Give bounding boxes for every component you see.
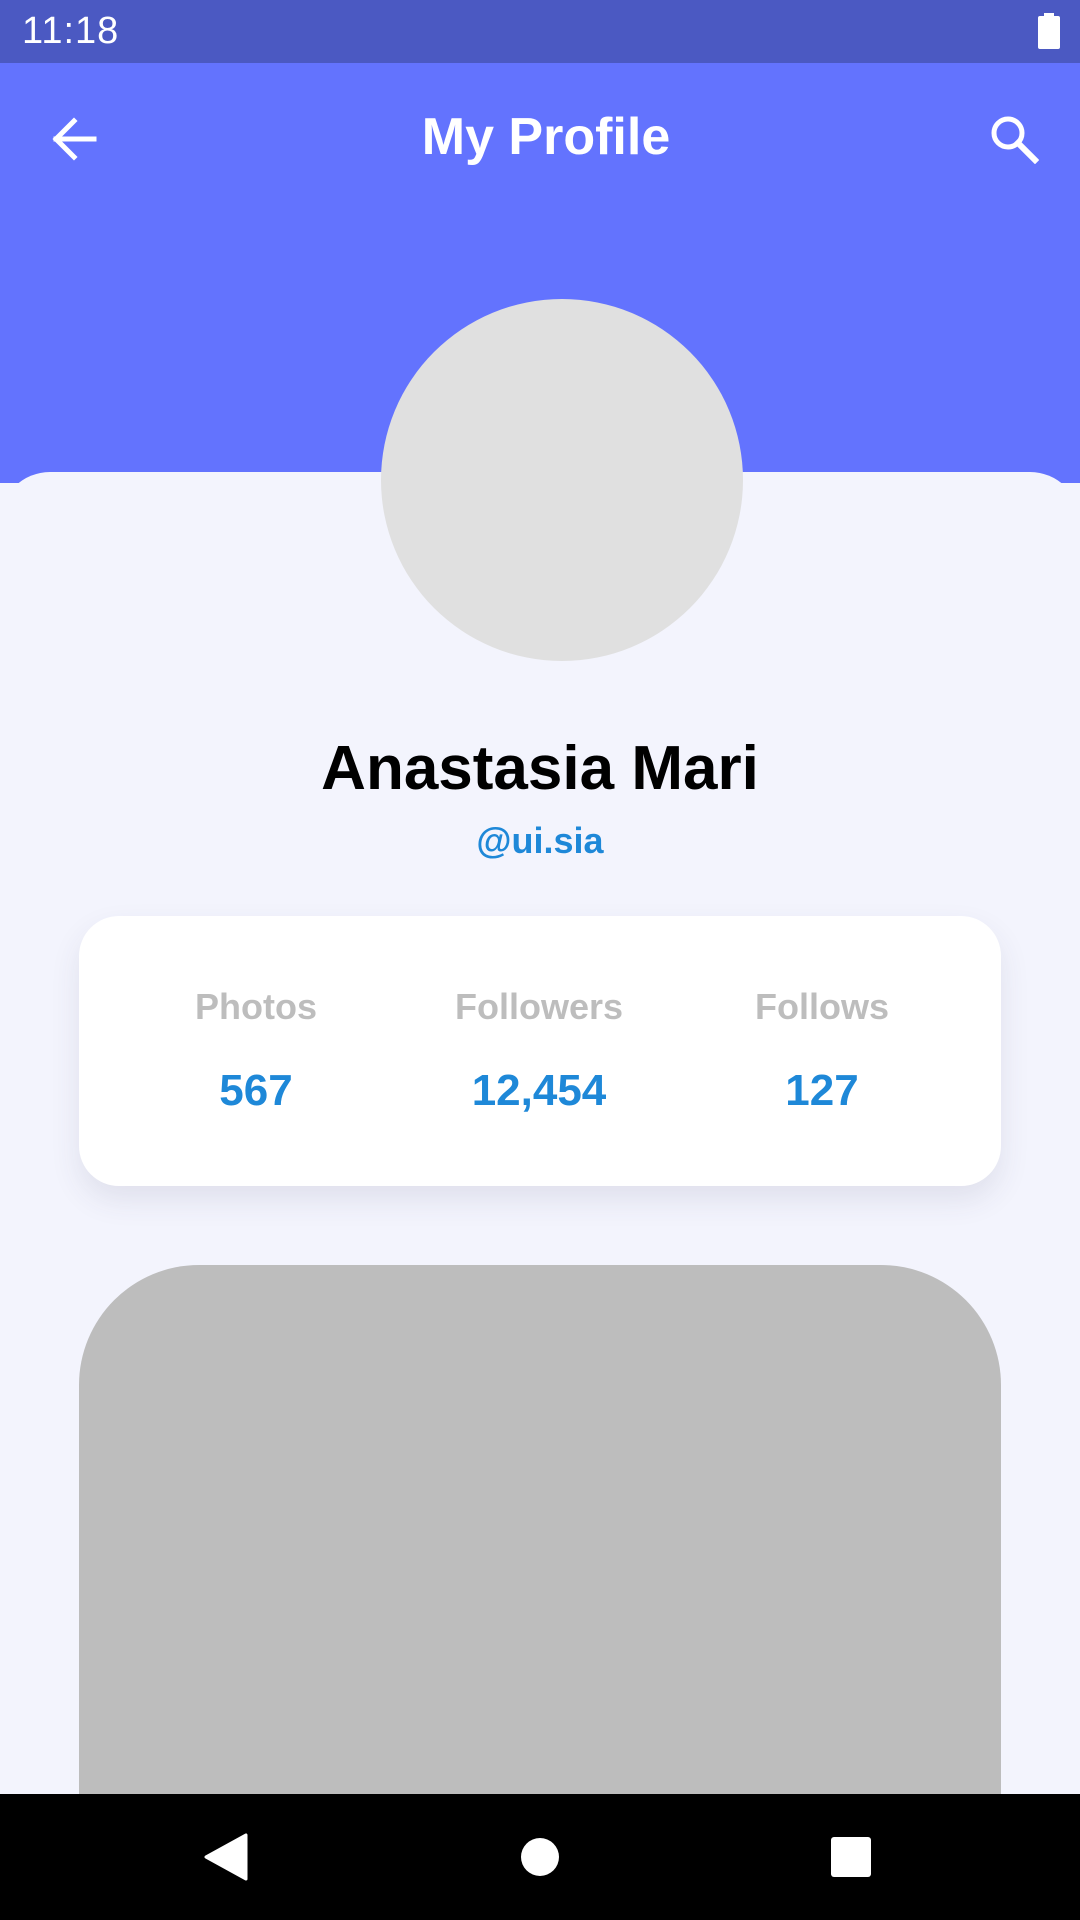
nav-back-triangle-icon (204, 1833, 248, 1881)
stat-follows[interactable]: Follows 127 (672, 916, 972, 1186)
nav-recents-square-icon (831, 1837, 871, 1877)
system-back-button[interactable] (166, 1794, 286, 1920)
avatar[interactable] (381, 299, 743, 661)
system-recents-button[interactable] (791, 1794, 911, 1920)
page-title: My Profile (421, 108, 671, 166)
system-home-button[interactable] (480, 1794, 600, 1920)
stat-value: 127 (785, 1066, 859, 1115)
stat-label: Follows (755, 986, 889, 1027)
search-button[interactable] (978, 103, 1050, 175)
profile-handle[interactable]: @ui.sia (0, 820, 1080, 862)
system-nav-bar (0, 1794, 1080, 1920)
stat-label: Photos (195, 986, 317, 1027)
nav-home-circle-icon (521, 1838, 559, 1876)
cover-image-placeholder[interactable] (79, 1265, 1001, 1825)
profile-screen: 11:18 My Profile Anastasia Mari @ui.sia … (0, 0, 1080, 1920)
stat-value: 567 (219, 1066, 293, 1115)
stat-value: 12,454 (471, 1066, 607, 1115)
search-icon (991, 116, 1039, 164)
status-time: 11:18 (22, 10, 120, 52)
stat-followers[interactable]: Followers 12,454 (389, 916, 689, 1186)
battery-full-icon (1038, 13, 1060, 49)
stat-label: Followers (454, 986, 624, 1027)
stats-card: Photos 567 Followers 12,454 Follows 127 (79, 916, 1001, 1186)
status-bar: 11:18 (0, 0, 1080, 63)
profile-name: Anastasia Mari (321, 734, 759, 803)
stat-photos[interactable]: Photos 567 (106, 916, 406, 1186)
